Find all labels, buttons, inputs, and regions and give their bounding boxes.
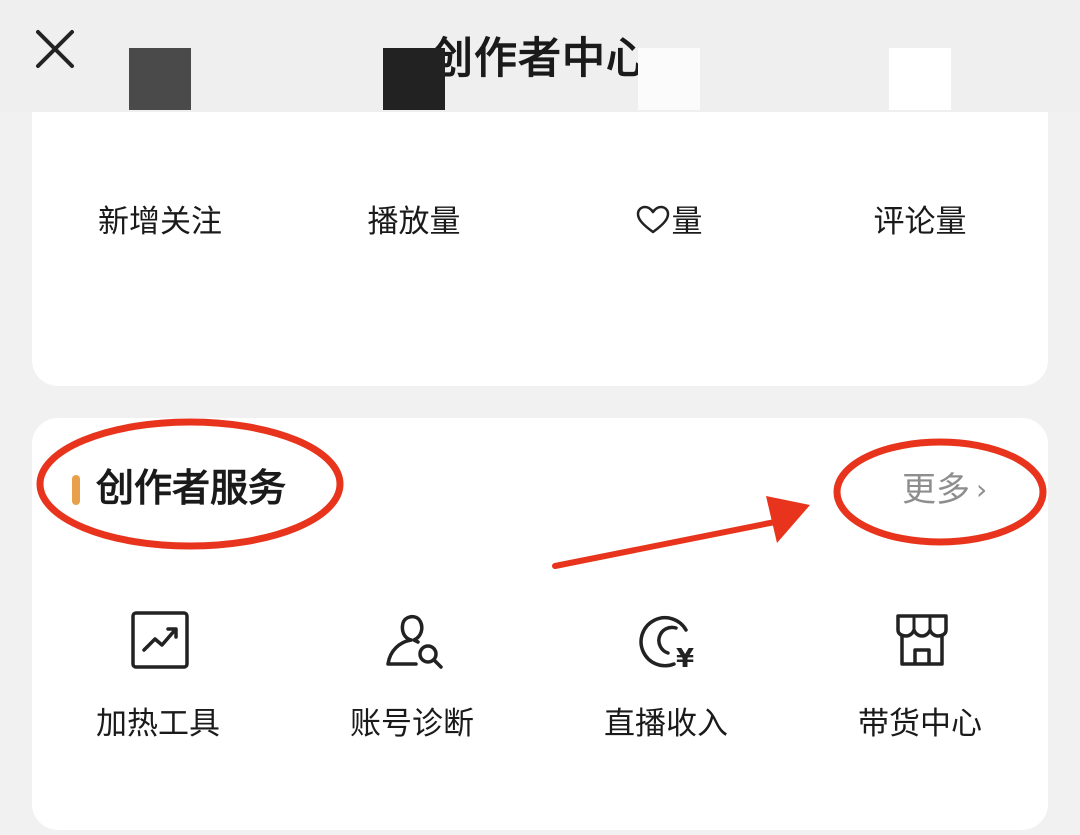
chevron-right-icon: › <box>976 473 988 506</box>
more-link[interactable]: 更多 › <box>902 466 987 514</box>
stat-label: 播放量 <box>367 204 461 240</box>
service-commerce-center[interactable]: 带货中心 <box>820 610 1020 750</box>
service-label: 账号诊断 <box>350 706 474 742</box>
service-boost-tool[interactable]: 加热工具 <box>58 610 258 750</box>
trend-chart-icon <box>131 611 189 669</box>
stat-label: 量 <box>569 200 769 244</box>
stat-comments[interactable]: 评论量 <box>820 40 1020 240</box>
stat-label: 新增关注 <box>98 204 222 240</box>
service-account-diagnosis[interactable]: 账号诊断 <box>312 610 512 750</box>
service-live-income[interactable]: ¥ 直播收入 <box>566 610 766 750</box>
stat-likes[interactable]: 量 <box>569 40 769 240</box>
svg-text:¥: ¥ <box>676 644 694 670</box>
user-search-icon <box>386 614 443 669</box>
more-label: 更多 <box>902 470 970 510</box>
service-label: 加热工具 <box>96 706 220 742</box>
stat-value-redacted <box>638 48 700 110</box>
stat-value-redacted <box>129 48 191 110</box>
stat-plays[interactable]: 播放量 <box>314 40 514 240</box>
section-title: 创作者服务 <box>96 466 287 510</box>
live-income-icon: ¥ <box>639 615 694 670</box>
stat-label-text: 量 <box>671 204 703 240</box>
stat-value-redacted <box>889 48 951 110</box>
section-accent-bar <box>72 475 80 505</box>
service-label: 直播收入 <box>604 706 728 742</box>
stat-value-redacted <box>383 48 445 110</box>
service-label: 带货中心 <box>858 706 982 742</box>
stat-new-followers[interactable]: 新增关注 <box>60 40 260 240</box>
stat-label: 评论量 <box>873 204 967 240</box>
heart-icon <box>636 205 669 234</box>
store-icon <box>896 614 948 666</box>
